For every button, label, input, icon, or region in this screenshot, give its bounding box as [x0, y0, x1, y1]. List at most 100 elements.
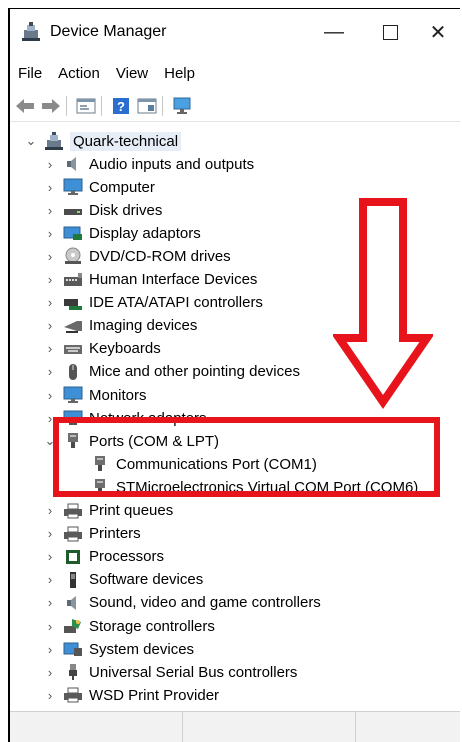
- tree-item-label: DVD/CD-ROM drives: [89, 247, 231, 265]
- tree-category-item[interactable]: › Printers: [43, 523, 141, 545]
- monitor-icon: [63, 386, 83, 404]
- maximize-icon: [382, 24, 398, 40]
- title-bar[interactable]: Device Manager — ✕: [10, 9, 460, 55]
- back-arrow-icon: [16, 99, 34, 113]
- tree-category-item[interactable]: › Processors: [43, 546, 164, 568]
- chevron-right-icon[interactable]: ›: [43, 292, 57, 314]
- printer-icon: [63, 502, 83, 520]
- menu-action[interactable]: Action: [50, 65, 108, 82]
- status-pane: [183, 712, 356, 742]
- back-button[interactable]: [14, 95, 36, 117]
- hid-icon: [63, 271, 83, 289]
- chevron-right-icon[interactable]: ›: [43, 523, 57, 545]
- computer-root-icon: [44, 132, 64, 150]
- tree-category-item[interactable]: › Human Interface Devices: [43, 269, 258, 291]
- disk-drive-icon: [63, 201, 83, 219]
- tree-category-item[interactable]: › Imaging devices: [43, 315, 198, 337]
- scan-hardware-icon: [173, 97, 191, 114]
- menu-bar: File Action View Help: [10, 55, 460, 91]
- chevron-down-icon[interactable]: ⌄: [24, 130, 38, 152]
- scan-hardware-button[interactable]: [171, 95, 193, 117]
- tree-item-label: Imaging devices: [89, 317, 198, 335]
- ide-icon: [63, 294, 83, 312]
- tree-category-item[interactable]: › Mice and other pointing devices: [43, 361, 300, 383]
- chevron-right-icon[interactable]: ›: [43, 615, 57, 637]
- chevron-right-icon[interactable]: ›: [43, 245, 57, 267]
- tree-root-label: Quark-technical: [70, 131, 182, 151]
- device-manager-icon: [20, 21, 42, 43]
- chevron-right-icon[interactable]: ›: [43, 684, 57, 706]
- update-driver-icon: [137, 98, 157, 114]
- tree-item-label: Disk drives: [89, 201, 163, 219]
- tree-category-item[interactable]: › Sound, video and game controllers: [43, 592, 321, 614]
- chevron-right-icon[interactable]: ›: [43, 384, 57, 406]
- tree-item-label: Sound, video and game controllers: [89, 594, 321, 612]
- update-driver-button[interactable]: [136, 95, 158, 117]
- printer-icon: [63, 686, 83, 704]
- tree-category-item[interactable]: › Software devices: [43, 569, 203, 591]
- tree-item-label: System devices: [89, 640, 195, 658]
- chevron-right-icon[interactable]: ›: [43, 546, 57, 568]
- chevron-right-icon[interactable]: ›: [43, 338, 57, 360]
- chevron-right-icon[interactable]: ›: [43, 269, 57, 291]
- tree-category-item[interactable]: › IDE ATA/ATAPI controllers: [43, 292, 263, 314]
- tree-category-item[interactable]: › Computer: [43, 176, 155, 198]
- tree-item-label: IDE ATA/ATAPI controllers: [89, 294, 263, 312]
- tree-category-item[interactable]: › System devices: [43, 638, 194, 660]
- speaker-icon: [63, 155, 83, 173]
- tree-category-item[interactable]: › Keyboards: [43, 338, 161, 360]
- printer-icon: [63, 525, 83, 543]
- tree-category-item[interactable]: › Universal Serial Bus controllers: [43, 661, 298, 683]
- display-adapter-icon: [63, 224, 83, 242]
- tree-category-item[interactable]: › Display adaptors: [43, 222, 201, 244]
- toolbar: ?: [10, 91, 460, 122]
- chevron-right-icon[interactable]: ›: [43, 569, 57, 591]
- forward-button[interactable]: [40, 95, 62, 117]
- chevron-right-icon[interactable]: ›: [43, 222, 57, 244]
- chevron-right-icon[interactable]: ›: [43, 199, 57, 221]
- chevron-right-icon[interactable]: ›: [43, 153, 57, 175]
- tree-category-item[interactable]: › Disk drives: [43, 199, 163, 221]
- tree-item-label: Audio inputs and outputs: [89, 155, 255, 173]
- minimize-button[interactable]: —: [312, 9, 356, 55]
- menu-view[interactable]: View: [108, 65, 156, 82]
- tree-item-label: Software devices: [89, 571, 204, 589]
- tree-item-label: Human Interface Devices: [89, 271, 258, 288]
- tree-category-item[interactable]: › DVD/CD-ROM drives: [43, 245, 231, 267]
- tree-category-item[interactable]: › Audio inputs and outputs: [43, 153, 254, 175]
- mouse-icon: [63, 363, 83, 381]
- tree-category-item[interactable]: › WSD Print Provider: [43, 684, 219, 706]
- toolbar-separator: [162, 96, 163, 116]
- speaker-icon: [63, 594, 83, 612]
- tree-item-label: Keyboards: [89, 340, 161, 358]
- processor-icon: [63, 548, 83, 566]
- tree-item-label: Mice and other pointing devices: [89, 363, 300, 381]
- dvd-icon: [63, 247, 83, 265]
- menu-help[interactable]: Help: [156, 65, 203, 82]
- chevron-right-icon[interactable]: ›: [43, 176, 57, 198]
- forward-arrow-icon: [42, 99, 60, 113]
- tree-category-item[interactable]: › Monitors: [43, 384, 147, 406]
- chevron-right-icon[interactable]: ›: [43, 500, 57, 522]
- storage-icon: [63, 617, 83, 635]
- tree-root[interactable]: ⌄ Quark-technical: [24, 130, 182, 152]
- help-button[interactable]: ?: [110, 95, 132, 117]
- chevron-right-icon[interactable]: ›: [43, 661, 57, 683]
- chevron-right-icon[interactable]: ›: [43, 315, 57, 337]
- menu-file[interactable]: File: [10, 65, 50, 82]
- annotation-highlight-box: [53, 417, 440, 497]
- chevron-right-icon[interactable]: ›: [43, 638, 57, 660]
- monitor-icon: [63, 178, 83, 196]
- annotation-down-arrow-icon: [331, 198, 435, 415]
- keyboard-icon: [63, 340, 83, 358]
- tree-category-item[interactable]: › Storage controllers: [43, 615, 215, 637]
- properties-button[interactable]: [75, 95, 97, 117]
- tree-category-item[interactable]: › Print queues: [43, 500, 173, 522]
- chevron-right-icon[interactable]: ›: [43, 361, 57, 383]
- system-icon: [63, 640, 83, 658]
- toolbar-separator: [101, 96, 102, 116]
- maximize-button[interactable]: [368, 9, 412, 55]
- chevron-right-icon[interactable]: ›: [43, 592, 57, 614]
- tree-item-label: WSD Print Provider: [89, 686, 220, 704]
- close-button[interactable]: ✕: [416, 9, 460, 55]
